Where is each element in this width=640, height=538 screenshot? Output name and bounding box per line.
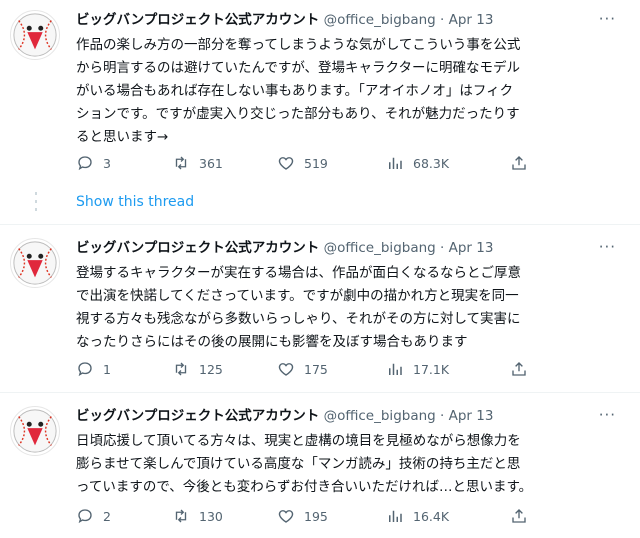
more-options-icon[interactable]: ··· bbox=[599, 238, 616, 256]
tweet[interactable]: ビッグバンプロジェクト公式アカウント @office_bigbang · Apr… bbox=[0, 10, 640, 182]
like-count: 175 bbox=[304, 361, 328, 377]
display-name[interactable]: ビッグバンプロジェクト公式アカウント bbox=[76, 408, 319, 424]
share-button[interactable] bbox=[510, 506, 537, 526]
tweet-actions: 1 125 175 17.1K bbox=[76, 359, 546, 379]
baseball-avatar-icon bbox=[13, 241, 57, 285]
heart-icon bbox=[278, 510, 294, 523]
display-name[interactable]: ビッグバンプロジェクト公式アカウント bbox=[76, 12, 319, 28]
reply-count: 1 bbox=[103, 361, 111, 377]
tweet-text-line: っていますので、今後とも変わらずお付き合いいただければ…と思います。 bbox=[76, 479, 533, 495]
tweet-text: 作品の楽しみ方の一部分を奪ってしまうような気がしてこういう事を公式 から明言する… bbox=[76, 34, 612, 149]
views-bar-chart-icon bbox=[389, 157, 402, 169]
tweet-text-line: 視する方々も残念ながら多数いらっしゃり、それがその方に対して実害に bbox=[76, 311, 521, 327]
retweet-icon bbox=[175, 156, 187, 170]
retweet-button[interactable]: 130 bbox=[172, 506, 223, 526]
tweet-text-line: 日頃応援して頂いてる方々は、現実と虚構の境目を見極めながら想像力を bbox=[76, 433, 521, 449]
retweet-count: 361 bbox=[199, 155, 223, 171]
thread-connector bbox=[35, 192, 37, 216]
tweet-header: ビッグバンプロジェクト公式アカウント @office_bigbang · Apr… bbox=[76, 10, 493, 30]
share-icon bbox=[512, 509, 526, 523]
reply-icon bbox=[78, 362, 92, 377]
like-count: 195 bbox=[304, 508, 328, 524]
tweet-text-line: 作品の楽しみ方の一部分を奪ってしまうような気がしてこういう事を公式 bbox=[76, 37, 521, 53]
avatar[interactable] bbox=[10, 238, 60, 288]
reply-icon bbox=[78, 156, 92, 171]
views-button[interactable]: 17.1K bbox=[386, 359, 449, 379]
like-button[interactable]: 195 bbox=[277, 506, 328, 526]
view-count: 68.3K bbox=[413, 155, 450, 171]
user-handle[interactable]: @office_bigbang bbox=[324, 240, 436, 256]
tweet-date[interactable]: · Apr 13 bbox=[440, 12, 493, 28]
display-name[interactable]: ビッグバンプロジェクト公式アカウント bbox=[76, 240, 319, 256]
reply-button[interactable]: 3 bbox=[76, 153, 111, 173]
tweet-text-line: がいる場合もあれば存在しない事もあります。「アオイホノオ」はフィク bbox=[76, 83, 514, 99]
retweet-icon bbox=[175, 362, 187, 376]
more-options-icon[interactable]: ··· bbox=[599, 10, 616, 28]
tweet-text-line: ションです。ですが虚実入り交じった部分もあり、それが魅力だったりす bbox=[76, 106, 520, 122]
tweet-date[interactable]: · Apr 13 bbox=[440, 408, 493, 424]
heart-icon bbox=[278, 363, 294, 376]
tweet-text: 日頃応援して頂いてる方々は、現実と虚構の境目を見極めながら想像力を 膨らませて楽… bbox=[76, 430, 612, 499]
tweet-actions: 2 130 195 16.4K bbox=[76, 506, 546, 526]
like-button[interactable]: 175 bbox=[277, 359, 328, 379]
reply-button[interactable]: 1 bbox=[76, 359, 111, 379]
share-button[interactable] bbox=[510, 359, 537, 379]
tweet-header: ビッグバンプロジェクト公式アカウント @office_bigbang · Apr… bbox=[76, 406, 493, 426]
retweet-button[interactable]: 125 bbox=[172, 359, 223, 379]
views-button[interactable]: 16.4K bbox=[386, 506, 449, 526]
views-button[interactable]: 68.3K bbox=[386, 153, 449, 173]
reply-button[interactable]: 2 bbox=[76, 506, 111, 526]
baseball-avatar-icon bbox=[13, 13, 57, 57]
retweet-button[interactable]: 361 bbox=[172, 153, 223, 173]
retweet-icon bbox=[175, 509, 187, 523]
retweet-count: 130 bbox=[199, 508, 223, 524]
avatar[interactable] bbox=[10, 10, 60, 60]
more-options-icon[interactable]: ··· bbox=[599, 406, 616, 424]
baseball-avatar-icon bbox=[13, 409, 57, 453]
tweet-text-line: ると思います→ bbox=[76, 129, 169, 145]
reply-count: 2 bbox=[103, 508, 111, 524]
tweet-text-line: なったりさらにはその後の展開にも影響を及ぼす場合もあります bbox=[76, 334, 468, 350]
like-button[interactable]: 519 bbox=[277, 153, 328, 173]
reply-count: 3 bbox=[103, 155, 111, 171]
views-bar-chart-icon bbox=[389, 363, 402, 375]
like-count: 519 bbox=[304, 155, 328, 171]
tweet-header: ビッグバンプロジェクト公式アカウント @office_bigbang · Apr… bbox=[76, 238, 493, 258]
share-icon bbox=[512, 362, 526, 376]
tweet-text-line: で出演を快諾してくださっています。ですが劇中の描かれ方と現実を同一 bbox=[76, 288, 519, 304]
retweet-count: 125 bbox=[199, 361, 223, 377]
tweet-text: 登場するキャラクターが実在する場合は、作品が面白くなるならとご厚意 で出演を快諾… bbox=[76, 262, 612, 354]
avatar[interactable] bbox=[10, 406, 60, 456]
tweet-text-line: 膨らませて楽しんで頂けている高度な「マンガ読み」技術の持ち主だと思 bbox=[76, 456, 521, 472]
divider bbox=[0, 224, 640, 225]
tweet-date[interactable]: · Apr 13 bbox=[440, 240, 493, 256]
tweet-actions: 3 361 519 68.3K bbox=[76, 153, 546, 173]
tweet-text-line: から明言するのは避けていたんですが、登場キャラクターに明確なモデル bbox=[76, 60, 521, 76]
user-handle[interactable]: @office_bigbang bbox=[324, 12, 436, 28]
share-button[interactable] bbox=[510, 153, 537, 173]
view-count: 16.4K bbox=[413, 508, 450, 524]
views-bar-chart-icon bbox=[389, 510, 402, 522]
heart-icon bbox=[278, 157, 294, 170]
share-icon bbox=[512, 156, 526, 170]
view-count: 17.1K bbox=[413, 361, 450, 377]
divider bbox=[0, 392, 640, 393]
tweet[interactable]: ビッグバンプロジェクト公式アカウント @office_bigbang · Apr… bbox=[0, 406, 640, 534]
user-handle[interactable]: @office_bigbang bbox=[324, 408, 436, 424]
tweet-text-line: 登場するキャラクターが実在する場合は、作品が面白くなるならとご厚意 bbox=[76, 265, 521, 281]
tweet[interactable]: ビッグバンプロジェクト公式アカウント @office_bigbang · Apr… bbox=[0, 238, 640, 386]
show-thread-link[interactable]: Show this thread bbox=[76, 194, 194, 210]
reply-icon bbox=[78, 509, 92, 524]
